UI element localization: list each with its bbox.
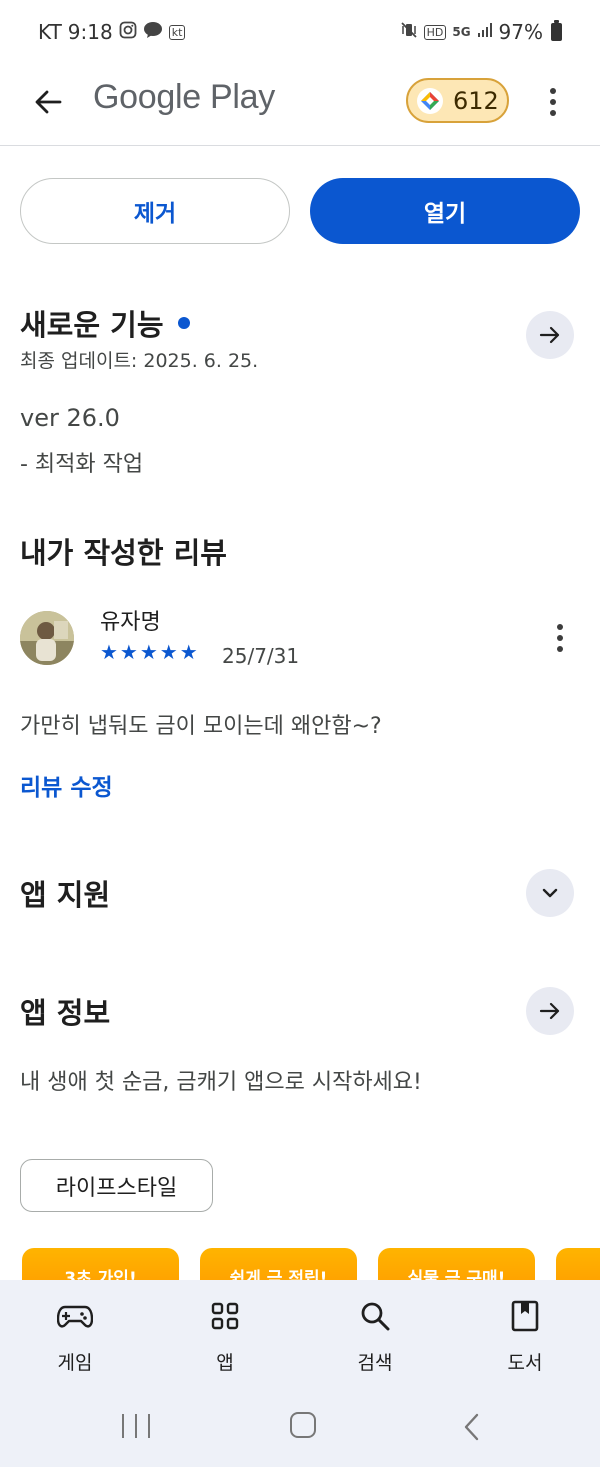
reviewer-name: 유자명 (100, 610, 161, 635)
more-options-icon[interactable] (540, 82, 566, 122)
system-navigation-bar (0, 1390, 600, 1467)
play-points-badge[interactable]: 612 (406, 78, 509, 123)
last-updated-text: 최종 업데이트: 2025. 6. 25. (20, 350, 259, 372)
review-body: 가만히 냅둬도 금이 모이는데 왜안함~? (20, 714, 382, 739)
uninstall-button[interactable]: 제거 (20, 178, 290, 244)
chat-bubble-icon (143, 21, 163, 43)
carrier-label: KT (38, 20, 62, 44)
app-info-heading: 앱 정보 (20, 996, 111, 1030)
instagram-icon (119, 21, 137, 43)
version-text: ver 26.0 (20, 404, 120, 432)
nav-apps-label: 앱 (216, 1352, 234, 1374)
recent-apps-icon[interactable] (122, 1414, 150, 1438)
signal-icon (477, 22, 493, 42)
category-chip[interactable]: 라이프스타일 (20, 1159, 213, 1212)
nav-apps[interactable]: 앱 (165, 1280, 285, 1390)
app-support-expand-button[interactable] (526, 869, 574, 917)
arrow-forward-icon (539, 1002, 560, 1020)
screenshot-carousel[interactable]: 3초 가입! 쉽게 금 적립! 실물 금 구매! 기프 (0, 1248, 600, 1280)
review-date: 25/7/31 (222, 644, 300, 668)
battery-icon (551, 20, 562, 41)
nav-search[interactable]: 검색 (315, 1280, 435, 1390)
new-indicator-dot (177, 317, 190, 329)
arrow-forward-icon (539, 326, 560, 344)
gamepad-icon (57, 1298, 93, 1334)
apps-grid-icon (207, 1298, 243, 1334)
app-bar: Google Play 612 (0, 64, 600, 146)
system-back-icon[interactable] (462, 1412, 482, 1442)
app-description: 내 생애 첫 순금, 금캐기 앱으로 시작하세요! (20, 1070, 422, 1095)
status-bar: KT 9:18 kt HD 5G 97% (0, 0, 600, 64)
my-review-heading: 내가 작성한 리뷰 (20, 536, 227, 570)
points-value: 612 (453, 86, 499, 115)
nav-games[interactable]: 게임 (15, 1280, 135, 1390)
mute-vibrate-icon (400, 21, 418, 43)
avatar (20, 611, 74, 665)
kt-icon: kt (168, 24, 186, 40)
back-button[interactable] (28, 82, 68, 122)
hd-icon: HD (423, 24, 447, 40)
search-icon (357, 1298, 393, 1334)
release-notes: - 최적화 작업 (20, 452, 144, 477)
arrow-back-icon (35, 90, 62, 114)
edit-review-link[interactable]: 리뷰 수정 (20, 768, 113, 802)
nav-books[interactable]: 도서 (465, 1280, 585, 1390)
5g-icon: 5G (452, 25, 471, 39)
nav-books-label: 도서 (507, 1352, 543, 1374)
review-more-options-icon[interactable] (550, 620, 570, 656)
whats-new-arrow-button[interactable] (526, 311, 574, 359)
app-info-arrow-button[interactable] (526, 987, 574, 1035)
screenshot-thumb[interactable]: 기프 (556, 1248, 600, 1280)
screenshot-thumb[interactable]: 쉽게 금 적립! (200, 1248, 357, 1280)
open-button[interactable]: 열기 (310, 178, 580, 244)
google-play-logo: Google Play (93, 78, 275, 116)
battery-percent: 97% (498, 20, 543, 44)
screenshot-thumb[interactable]: 실물 금 구매! (378, 1248, 535, 1280)
whats-new-title: 새로운 기능 (20, 308, 164, 342)
clock: 9:18 (67, 20, 113, 44)
book-icon (507, 1298, 543, 1334)
app-support-heading: 앱 지원 (20, 878, 111, 912)
play-points-icon (417, 87, 443, 114)
bottom-navigation: 게임 앱 검색 도서 (0, 1280, 600, 1390)
nav-search-label: 검색 (357, 1352, 393, 1374)
whats-new-heading: 새로운 기능 (20, 302, 190, 344)
rating-stars: ★★★★★ (100, 640, 200, 664)
screenshot-thumb[interactable]: 3초 가입! (22, 1248, 179, 1280)
home-icon[interactable] (290, 1412, 316, 1438)
chevron-down-icon (542, 888, 558, 898)
nav-games-label: 게임 (57, 1352, 93, 1374)
